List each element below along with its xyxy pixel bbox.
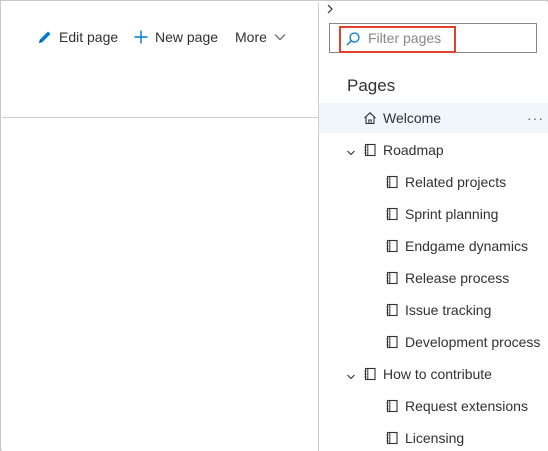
home-icon xyxy=(363,111,377,125)
tree-item[interactable]: Issue tracking xyxy=(319,295,548,325)
tree-item[interactable]: Licensing xyxy=(319,423,548,451)
more-actions-button[interactable]: ··· xyxy=(527,110,544,126)
tree-item[interactable]: Development process xyxy=(319,327,548,357)
chevron-right-icon[interactable] xyxy=(324,3,336,15)
page-icon xyxy=(385,207,399,221)
edit-page-button[interactable]: Edit page xyxy=(37,25,118,49)
tree-item-label: Endgame dynamics xyxy=(405,238,528,254)
tree-item[interactable]: Sprint planning xyxy=(319,199,548,229)
page-icon xyxy=(363,143,377,157)
tree-item[interactable]: Endgame dynamics xyxy=(319,231,548,261)
new-page-button[interactable]: New page xyxy=(133,25,218,49)
wiki-window: Edit page New page More Filter pages Pag… xyxy=(0,0,548,451)
tree-item[interactable]: How to contribute xyxy=(319,359,548,389)
tree-item-label: Sprint planning xyxy=(405,206,499,222)
tree-item-label: Release process xyxy=(405,270,510,286)
tree-item[interactable]: Request extensions xyxy=(319,391,548,421)
tree-item-label: Roadmap xyxy=(383,142,444,158)
page-icon xyxy=(363,367,377,381)
page-icon xyxy=(385,239,399,253)
tree-item[interactable]: Release process xyxy=(319,263,548,293)
more-label: More xyxy=(235,29,267,45)
tree-item[interactable]: Welcome ··· xyxy=(319,103,548,133)
tree-item-label: Welcome xyxy=(383,110,442,126)
tree-item-label: Related projects xyxy=(405,174,507,190)
page-icon xyxy=(385,303,399,317)
search-icon xyxy=(346,32,360,46)
page-toolbar: Edit page New page More xyxy=(2,2,318,118)
page-icon xyxy=(385,175,399,189)
chevron-down-icon[interactable] xyxy=(346,145,356,156)
more-button[interactable]: More xyxy=(235,25,287,49)
new-page-label: New page xyxy=(155,29,219,45)
plus-icon xyxy=(134,30,148,44)
page-icon xyxy=(385,335,399,349)
tree-item[interactable]: Roadmap xyxy=(319,135,548,165)
edit-page-label: Edit page xyxy=(59,29,119,45)
page-icon xyxy=(385,271,399,285)
tree-item-label: Licensing xyxy=(405,430,465,446)
content-pane: Edit page New page More xyxy=(2,2,318,451)
pages-heading: Pages xyxy=(347,76,396,95)
chevron-down-icon[interactable] xyxy=(346,369,356,380)
pencil-icon xyxy=(39,31,51,43)
page-icon xyxy=(385,399,399,413)
tree-item-label: Request extensions xyxy=(405,398,528,414)
page-icon xyxy=(385,431,399,445)
pages-navigation-pane: Pages Welcome ··· Roadmap Related projects S… xyxy=(319,2,548,451)
tree-item[interactable]: Related projects xyxy=(319,167,548,197)
filter-pages-input[interactable] xyxy=(368,29,528,47)
tree-item-label: Issue tracking xyxy=(405,302,492,318)
tree-item-label: How to contribute xyxy=(383,366,492,382)
tree-item-label: Development process xyxy=(405,334,541,350)
filter-pages-box[interactable] xyxy=(329,23,537,53)
chevron-down-icon xyxy=(274,34,286,41)
